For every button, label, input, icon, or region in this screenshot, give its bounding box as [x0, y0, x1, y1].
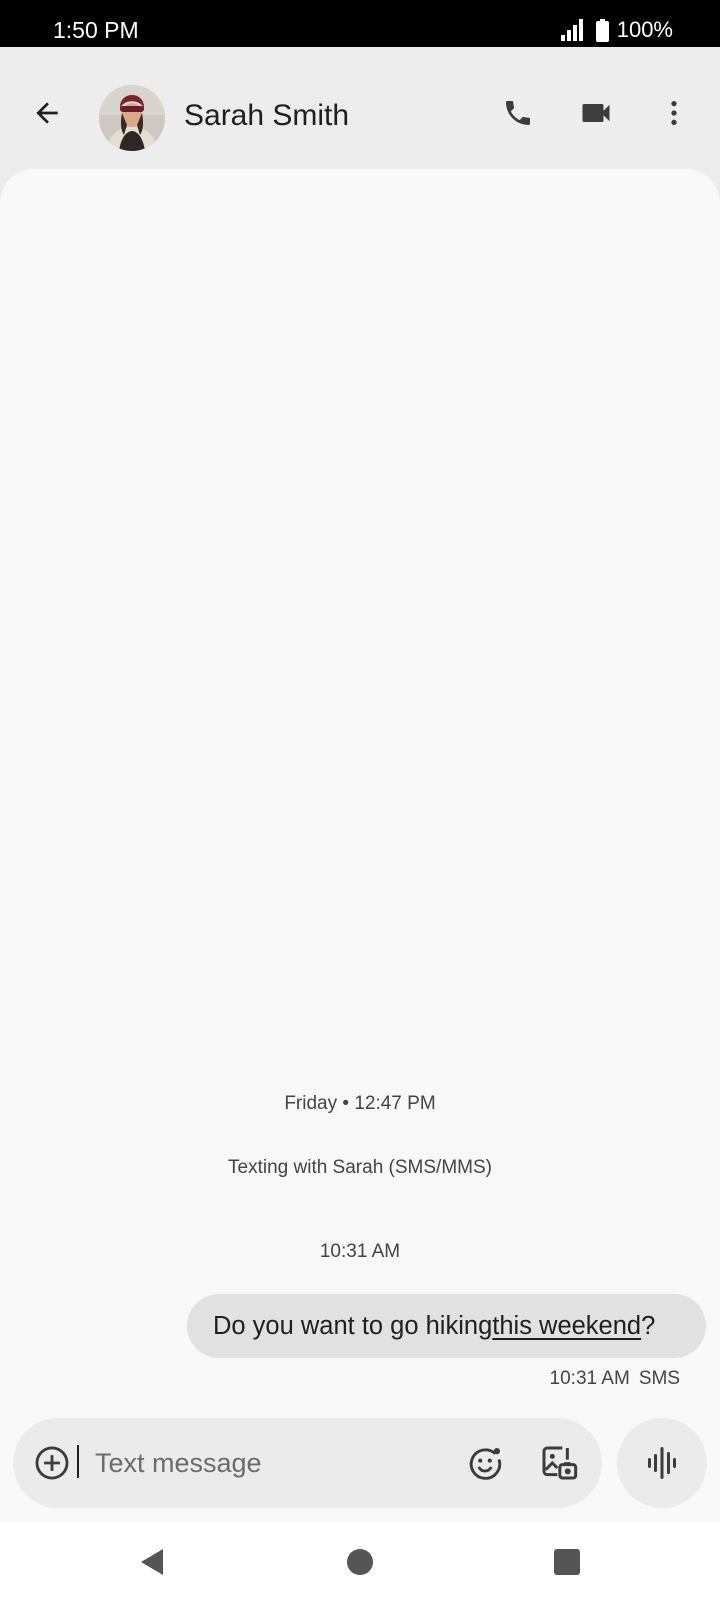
nav-back-icon	[137, 1547, 167, 1577]
gallery-button[interactable]	[531, 1435, 587, 1491]
message-bubble[interactable]: Do you want to go hiking this weekend?	[187, 1294, 706, 1358]
battery-icon	[595, 18, 609, 42]
voice-waveform-icon	[646, 1445, 678, 1481]
text-message-input[interactable]	[91, 1441, 455, 1485]
back-arrow-icon	[31, 97, 63, 129]
more-options-button[interactable]	[646, 85, 702, 141]
message-timestamp: 10:31 AM	[319, 1241, 401, 1262]
conversation-area[interactable]: Friday • 12:47 PM Texting with Sarah (SM…	[0, 169, 720, 1522]
nav-home-button[interactable]	[336, 1538, 384, 1586]
attach-button[interactable]	[24, 1435, 80, 1491]
message-status: 10:31 AM SMS	[550, 1367, 680, 1391]
add-circle-icon	[33, 1444, 71, 1482]
message-type: SMS	[638, 1368, 680, 1389]
message-text-after: ?	[641, 1311, 656, 1340]
gallery-icon	[539, 1443, 579, 1483]
more-vert-icon	[658, 97, 690, 129]
video-camera-icon	[578, 95, 614, 131]
system-navigation-bar	[0, 1522, 720, 1600]
message-sent-time: 10:31 AM	[549, 1368, 630, 1389]
battery-percent: 100%	[616, 17, 673, 42]
top-app-bar: Sarah Smith	[0, 47, 720, 169]
status-time: 1:50 PM	[53, 17, 139, 43]
texting-info: Texting with Sarah (SMS/MMS)	[228, 1157, 492, 1178]
voice-message-button[interactable]	[617, 1418, 707, 1508]
nav-recents-button[interactable]	[543, 1538, 591, 1586]
status-indicators: 100%	[560, 15, 673, 45]
status-bar: 1:50 PM 100%	[0, 0, 720, 47]
nav-recents-icon	[554, 1549, 580, 1575]
phone-icon	[502, 97, 534, 129]
avatar[interactable]	[99, 85, 165, 151]
call-button[interactable]	[490, 85, 546, 141]
message-composer	[13, 1418, 602, 1508]
emoji-icon	[466, 1444, 504, 1482]
emoji-button[interactable]	[457, 1435, 513, 1491]
back-button[interactable]	[19, 85, 75, 141]
contact-name[interactable]: Sarah Smith	[184, 98, 349, 134]
nav-back-button[interactable]	[128, 1538, 176, 1586]
message-text-before: Do you want to go hiking	[213, 1311, 493, 1340]
date-divider: Friday • 12:47 PM	[284, 1093, 436, 1114]
signal-icon	[560, 19, 584, 41]
video-call-button[interactable]	[568, 85, 624, 141]
message-date-link[interactable]: this weekend	[492, 1312, 641, 1341]
nav-home-icon	[346, 1548, 374, 1576]
text-cursor	[77, 1445, 79, 1478]
